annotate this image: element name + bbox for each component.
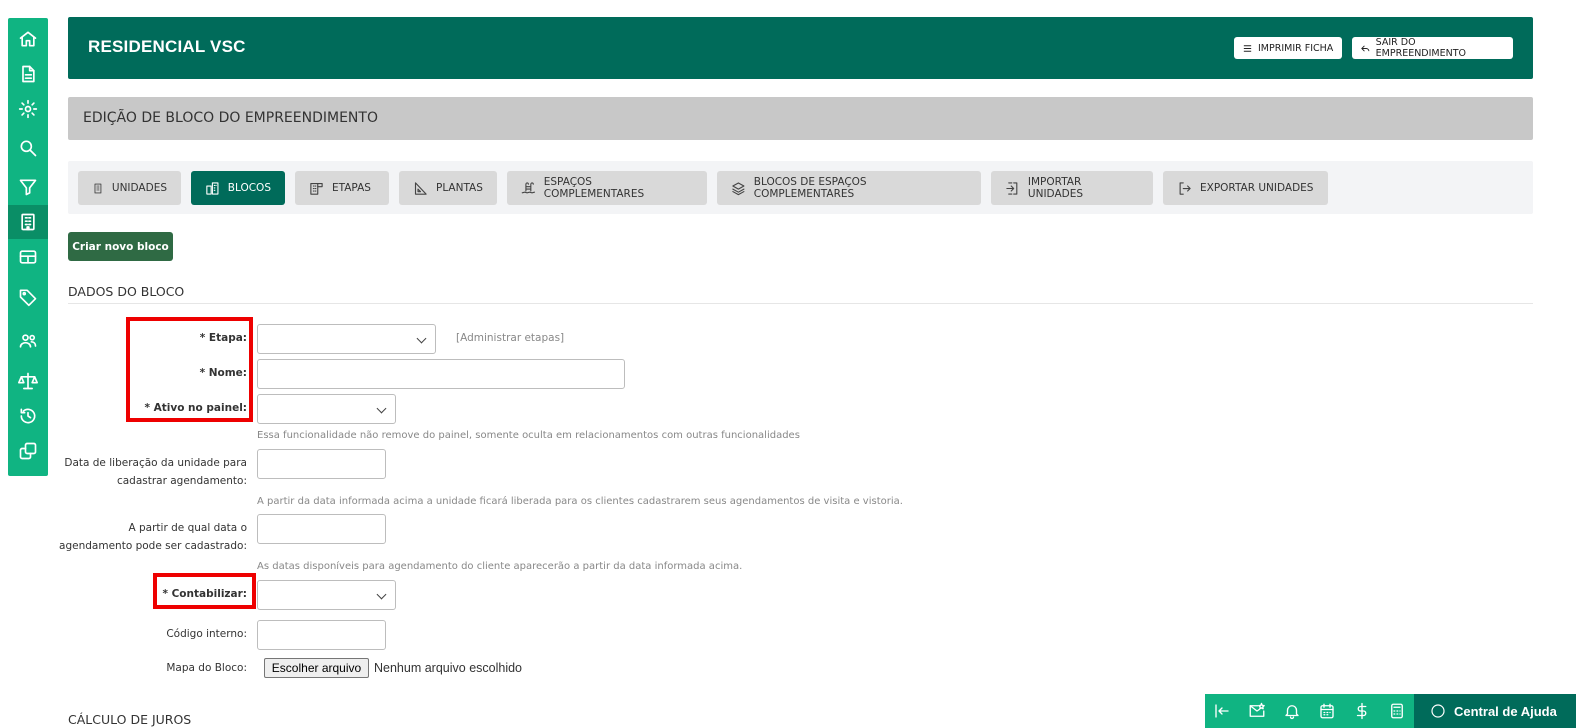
history-icon[interactable] — [8, 399, 48, 433]
codigo-input[interactable] — [257, 620, 386, 650]
document-icon[interactable] — [8, 57, 48, 91]
tag-icon[interactable] — [8, 280, 48, 314]
bell-icon[interactable] — [1275, 694, 1309, 728]
ruler-icon — [414, 181, 427, 195]
gear-icon[interactable] — [8, 92, 48, 126]
building-icon[interactable] — [8, 205, 48, 239]
exit-button[interactable]: SAIR DO EMPREENDIMENTO — [1352, 37, 1513, 59]
section-divider — [68, 303, 1533, 304]
stage-icon — [310, 182, 323, 195]
building-icon — [94, 183, 102, 193]
tab-etapas[interactable]: ETAPAS — [295, 171, 389, 205]
next-section-title: CÁLCULO DE JUROS — [68, 712, 192, 727]
search-icon[interactable] — [8, 131, 48, 165]
mapa-label: Mapa do Bloco: — [166, 662, 247, 674]
copy-icon[interactable] — [8, 434, 48, 468]
export-icon — [1179, 181, 1191, 195]
blocks-icon — [206, 181, 219, 195]
table-icon[interactable] — [8, 240, 48, 274]
nome-input[interactable] — [257, 359, 625, 389]
help-center-button[interactable]: Central de Ajuda — [1414, 694, 1576, 728]
chat-icon — [1431, 704, 1445, 718]
subheader-title: EDIÇÃO DE BLOCO DO EMPREENDIMENTO — [83, 110, 378, 126]
liberacao-input[interactable] — [257, 449, 386, 479]
etapa-select[interactable] — [257, 324, 436, 354]
file-status: Nenhum arquivo escolhido — [374, 661, 523, 675]
tab-blocos[interactable]: BLOCOS — [191, 171, 285, 205]
create-block-button[interactable]: Criar novo bloco — [68, 232, 173, 261]
mail-star-icon[interactable] — [1240, 694, 1274, 728]
users-icon[interactable] — [8, 324, 48, 358]
tab-importar-unidades[interactable]: IMPORTAR UNIDADES — [991, 171, 1153, 205]
print-button[interactable]: IMPRIMIR FICHA — [1234, 37, 1342, 59]
filter-icon[interactable] — [8, 170, 48, 204]
agendamento-input[interactable] — [257, 514, 386, 544]
highlight-box-required — [126, 317, 253, 422]
admin-stages-link[interactable]: [Administrar etapas] — [456, 332, 564, 344]
sidebar — [8, 18, 48, 476]
layers-icon — [732, 181, 745, 195]
ativo-select[interactable] — [257, 394, 396, 424]
agendamento-help: As datas disponíveis para agendamento do… — [257, 561, 743, 572]
ativo-help: Essa funcionalidade não remove do painel… — [257, 430, 800, 441]
calendar-icon[interactable] — [1310, 694, 1344, 728]
collapse-icon[interactable] — [1205, 694, 1239, 728]
choose-file-button[interactable]: Escolher arquivo — [264, 658, 369, 678]
agendamento-label: A partir de qual data o agendamento pode… — [59, 522, 247, 552]
codigo-label: Código interno: — [166, 628, 247, 640]
dollar-icon[interactable] — [1345, 694, 1379, 728]
subheader: EDIÇÃO DE BLOCO DO EMPREENDIMENTO — [68, 97, 1533, 140]
tab-plantas[interactable]: PLANTAS — [399, 171, 497, 205]
list-icon — [1243, 44, 1252, 52]
calculator-icon[interactable] — [1380, 694, 1414, 728]
liberacao-label: Data de liberação da unidade para cadast… — [64, 457, 247, 487]
scale-icon[interactable] — [8, 364, 48, 398]
section-title: DADOS DO BLOCO — [68, 284, 185, 299]
tab-espacos-complementares[interactable]: ESPAÇOS COMPLEMENTARES — [507, 171, 707, 205]
home-icon[interactable] — [8, 22, 48, 56]
tab-exportar-unidades[interactable]: EXPORTAR UNIDADES — [1163, 171, 1328, 205]
bottom-toolbar: Central de Ajuda — [1205, 694, 1576, 728]
reply-icon — [1361, 45, 1370, 51]
tabs-bar: UNIDADES BLOCOS ETAPAS PLANTAS ESPAÇOS C… — [68, 161, 1533, 214]
highlight-box-contabilizar — [153, 573, 256, 609]
pool-icon — [521, 181, 536, 193]
liberacao-help: A partir da data informada acima a unida… — [257, 496, 903, 507]
page-title: RESIDENCIAL VSC — [88, 37, 246, 56]
tab-unidades[interactable]: UNIDADES — [78, 171, 181, 205]
tab-blocos-espacos-complementares[interactable]: BLOCOS DE ESPAÇOS COMPLEMENTARES — [717, 171, 981, 205]
contabilizar-select[interactable] — [257, 580, 396, 610]
import-icon — [1006, 181, 1018, 195]
header-bar: RESIDENCIAL VSC IMPRIMIR FICHA SAIR DO E… — [68, 17, 1533, 79]
